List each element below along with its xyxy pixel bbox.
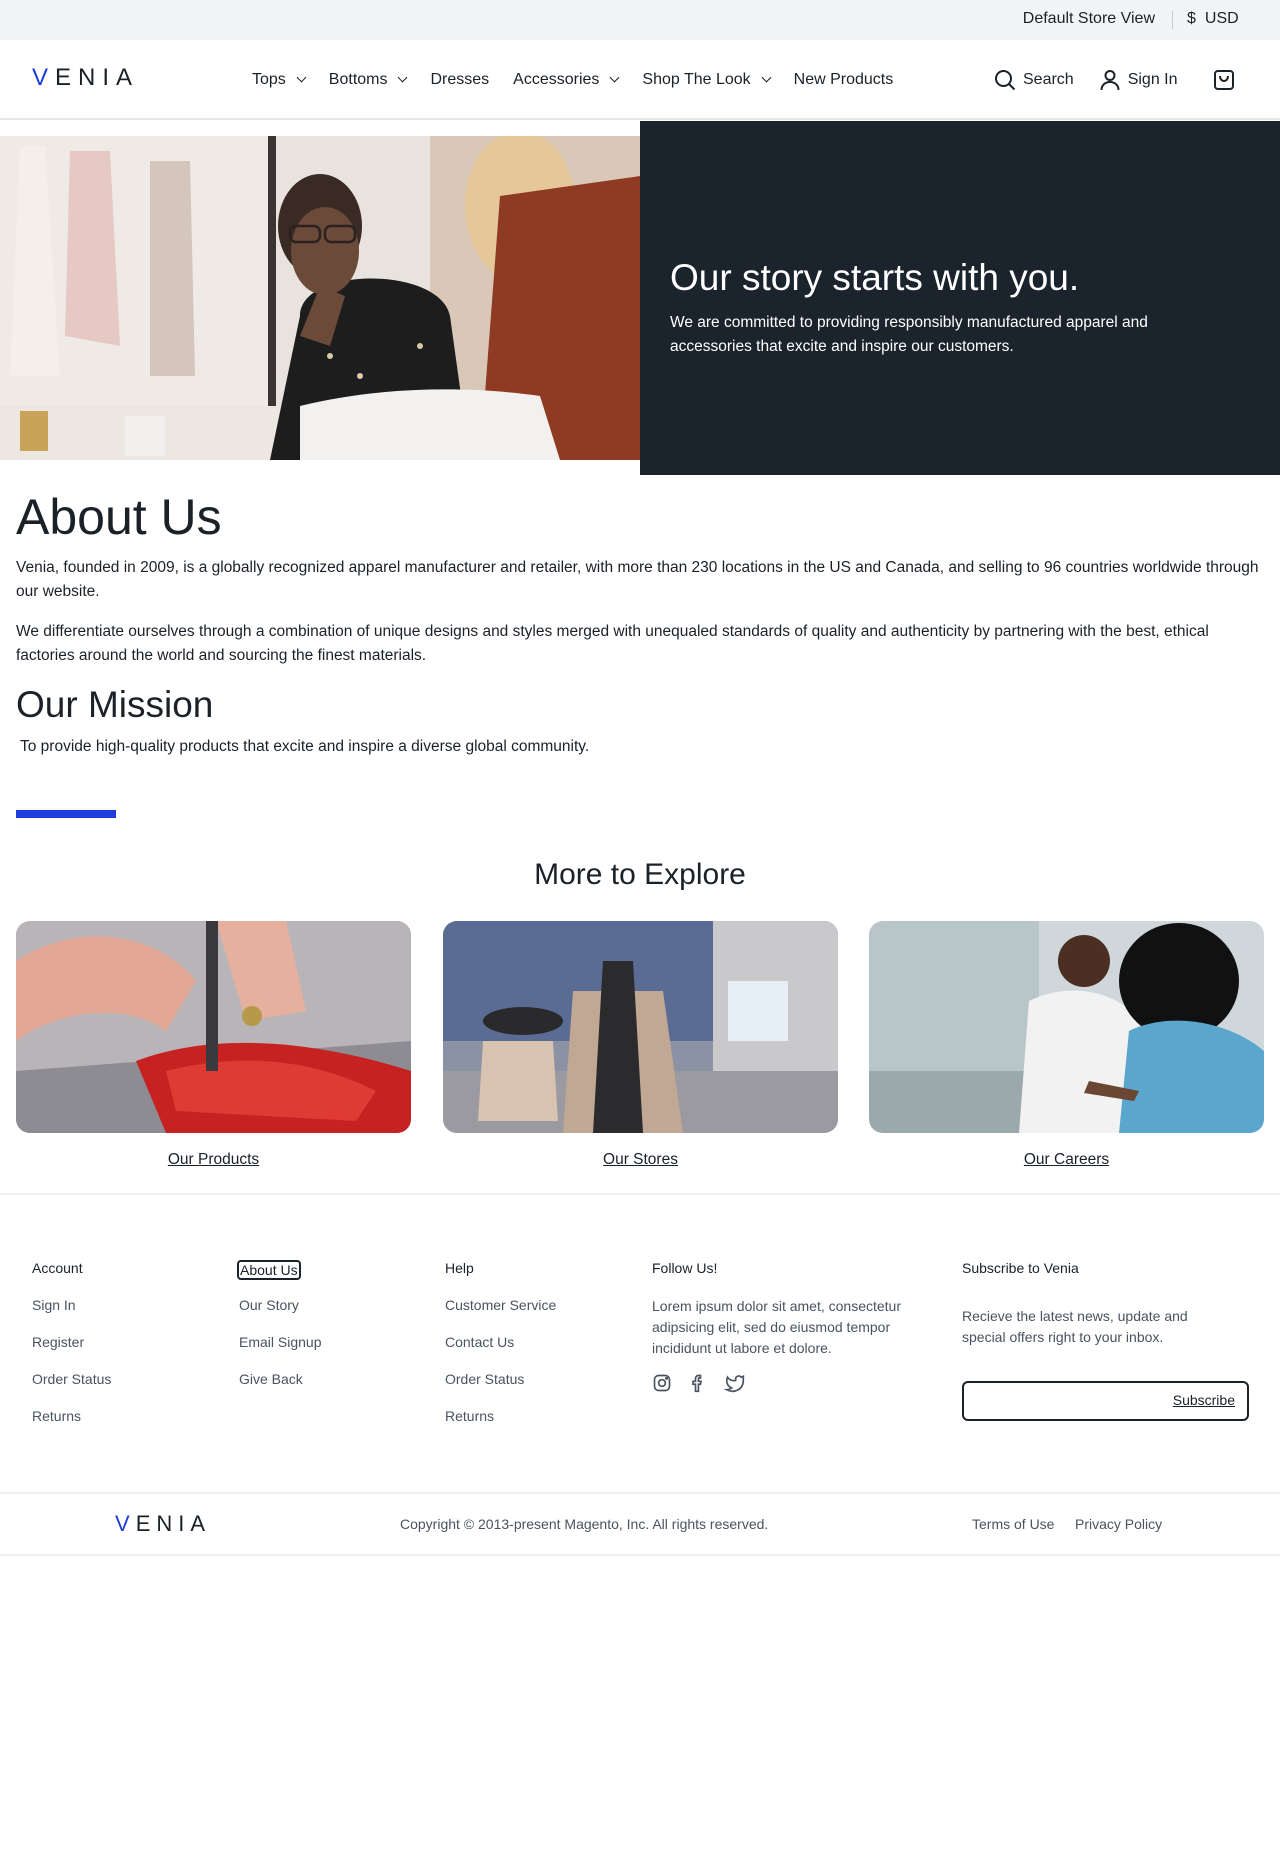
- search-button[interactable]: Search: [993, 68, 1074, 92]
- footer-link-register[interactable]: Register: [32, 1334, 111, 1354]
- about-paragraph-1: Venia, founded in 2009, is a globally re…: [16, 559, 1259, 600]
- hero-text: We are committed to providing responsibl…: [670, 314, 1148, 355]
- sign-in-button[interactable]: Sign In: [1098, 68, 1178, 92]
- logo-text: ENIA: [135, 1511, 212, 1536]
- footer-link-contact-us[interactable]: Contact Us: [445, 1334, 556, 1354]
- nav-tops[interactable]: Tops: [252, 71, 307, 89]
- terms-of-use-link[interactable]: Terms of Use: [972, 1516, 1054, 1532]
- footer-link-order-status[interactable]: Order Status: [445, 1371, 556, 1391]
- nav-label: Tops: [252, 71, 286, 88]
- chevron-down-icon: [398, 72, 408, 83]
- explore-card-careers[interactable]: [869, 921, 1264, 1133]
- hero-image: [0, 136, 640, 460]
- footer-heading: Follow Us!: [652, 1260, 718, 1276]
- footer-help-column: Help Customer Service Contact Us Order S…: [445, 1260, 556, 1428]
- copyright-text: Copyright © 2013-present Magento, Inc. A…: [400, 1516, 769, 1532]
- follow-text: Lorem ipsum dolor sit amet, consectetur …: [652, 1298, 901, 1356]
- utility-bar: Default Store View $ USD: [0, 0, 1280, 40]
- nav-shop-the-look[interactable]: Shop The Look: [642, 71, 772, 89]
- about-title: About Us: [16, 489, 222, 545]
- footer-follow-column: Follow Us! Lorem ipsum dolor sit amet, c…: [652, 1260, 932, 1393]
- explore-card-stores[interactable]: [443, 921, 838, 1133]
- footer-bottom-bar: VENIA Copyright © 2013-present Magento, …: [0, 1492, 1280, 1556]
- our-stores-link[interactable]: Our Stores: [443, 1151, 838, 1169]
- footer-link-sign-in[interactable]: Sign In: [32, 1297, 111, 1317]
- currency-symbol: $: [1187, 10, 1196, 27]
- footer-link-order-status[interactable]: Order Status: [32, 1371, 111, 1391]
- nav-bottoms[interactable]: Bottoms: [328, 71, 408, 89]
- footer-heading: Help: [445, 1260, 474, 1276]
- footer-link-returns[interactable]: Returns: [32, 1408, 111, 1428]
- footer-link-email-signup[interactable]: Email Signup: [239, 1334, 322, 1354]
- cart-button[interactable]: [1212, 68, 1236, 97]
- about-paragraph-2: We differentiate ourselves through a com…: [16, 623, 1209, 664]
- store-view-switcher[interactable]: Default Store View: [1023, 10, 1155, 28]
- subscribe-text: Recieve the latest news, update and spec…: [962, 1308, 1188, 1345]
- footer-venia-logo[interactable]: VENIA: [115, 1511, 211, 1537]
- search-icon: [995, 70, 1016, 91]
- footer-subscribe-column: Subscribe to Venia Recieve the latest ne…: [962, 1260, 1249, 1421]
- nav-new-products[interactable]: New Products: [794, 71, 894, 89]
- nav-label: New Products: [793, 71, 894, 88]
- our-careers-link[interactable]: Our Careers: [869, 1151, 1264, 1169]
- explore-title: More to Explore: [534, 858, 746, 891]
- logo-v: V: [32, 64, 56, 91]
- user-icon: [1100, 70, 1120, 91]
- main-nav: Tops Bottoms Dresses Accessories Shop Th…: [252, 40, 917, 120]
- accent-divider: [16, 810, 116, 818]
- nav-label: Bottoms: [328, 71, 388, 88]
- footer-heading: Account: [32, 1260, 83, 1276]
- hero-panel: Our story starts with you. We are commit…: [640, 121, 1280, 475]
- site-header: VENIA Tops Bottoms Dresses Accessories S…: [0, 40, 1280, 120]
- footer-divider: [0, 1193, 1280, 1195]
- header-actions: Search Sign In: [993, 40, 1202, 120]
- utility-divider: [1172, 11, 1173, 29]
- products-image: [16, 921, 411, 1133]
- subscribe-button[interactable]: Subscribe: [1173, 1392, 1235, 1408]
- careers-image: [869, 921, 1264, 1133]
- mission-title: Our Mission: [16, 684, 214, 725]
- search-label: Search: [1023, 71, 1074, 88]
- subscribe-form: Subscribe: [962, 1381, 1249, 1421]
- subscribe-email-input[interactable]: [974, 1392, 1154, 1412]
- logo-text: ENIA: [55, 64, 140, 91]
- footer-heading: Subscribe to Venia: [962, 1260, 1079, 1276]
- footer-link-returns[interactable]: Returns: [445, 1408, 556, 1428]
- explore-card-products[interactable]: [16, 921, 411, 1133]
- footer-link-our-story[interactable]: Our Story: [239, 1297, 322, 1317]
- venia-logo[interactable]: VENIA: [32, 64, 139, 92]
- currency-switcher[interactable]: $ USD: [1187, 10, 1239, 28]
- footer-link-about-us[interactable]: About Us: [237, 1260, 301, 1280]
- chevron-down-icon: [296, 72, 307, 83]
- nav-dresses[interactable]: Dresses: [430, 71, 489, 89]
- hero-title: Our story starts with you.: [670, 257, 1080, 298]
- our-products-link[interactable]: Our Products: [16, 1151, 411, 1169]
- twitter-icon[interactable]: [724, 1373, 746, 1393]
- footer-about-column: About Us Our Story Email Signup Give Bac…: [237, 1260, 322, 1391]
- logo-v: V: [115, 1511, 136, 1536]
- social-links: [652, 1373, 932, 1393]
- footer-link-customer-service[interactable]: Customer Service: [445, 1297, 556, 1317]
- stores-image: [443, 921, 838, 1133]
- instagram-icon[interactable]: [652, 1373, 672, 1393]
- footer-link-give-back[interactable]: Give Back: [239, 1371, 322, 1391]
- shopping-bag-icon: [1214, 70, 1234, 90]
- sign-in-label: Sign In: [1127, 71, 1178, 88]
- footer-account-column: Account Sign In Register Order Status Re…: [32, 1260, 111, 1428]
- privacy-policy-link[interactable]: Privacy Policy: [1075, 1516, 1162, 1532]
- chevron-down-icon: [609, 72, 620, 83]
- nav-accessories[interactable]: Accessories: [513, 71, 620, 89]
- nav-label: Shop The Look: [642, 71, 751, 88]
- mission-text: To provide high-quality products that ex…: [20, 738, 590, 755]
- nav-label: Accessories: [513, 71, 600, 88]
- nav-label: Dresses: [430, 71, 490, 88]
- chevron-down-icon: [761, 72, 772, 83]
- facebook-icon[interactable]: [688, 1373, 708, 1393]
- currency-code: USD: [1204, 10, 1239, 27]
